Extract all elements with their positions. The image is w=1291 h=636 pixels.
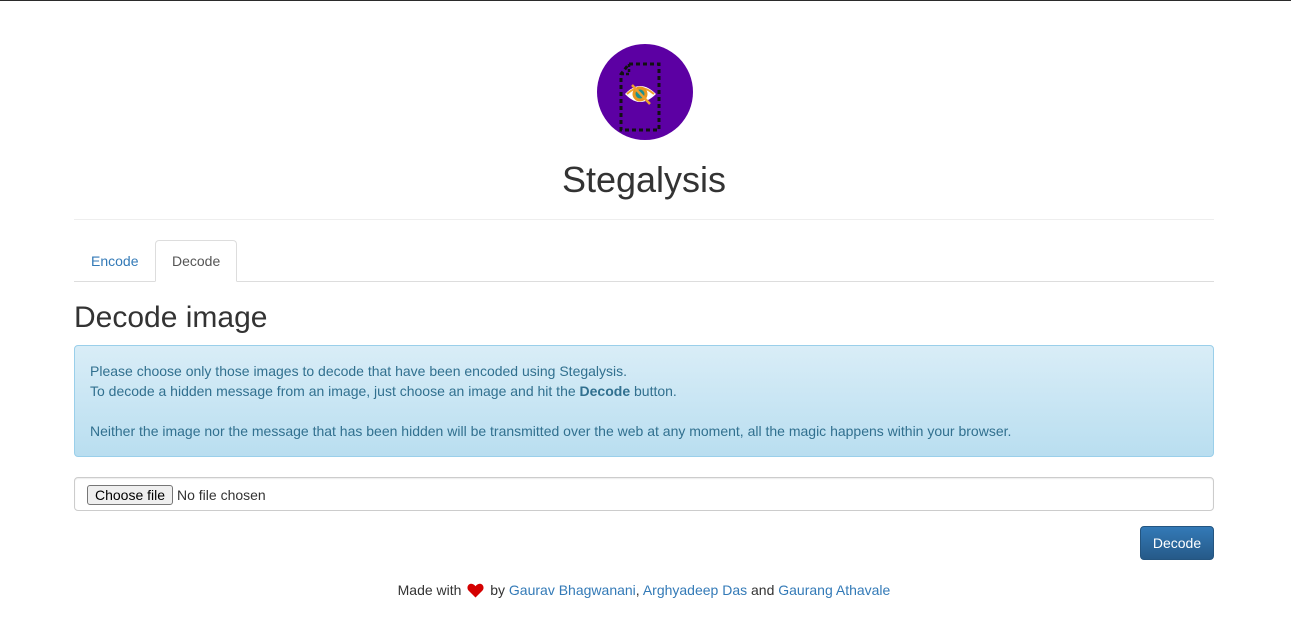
section-heading: Decode image bbox=[74, 301, 268, 334]
logo-eye-document-icon bbox=[597, 44, 693, 140]
file-input[interactable]: Choose file No file chosen bbox=[74, 477, 1214, 511]
choose-file-button[interactable]: Choose file bbox=[87, 485, 174, 505]
alert-line-3: Neither the image nor the message that h… bbox=[90, 423, 1012, 439]
author-link-gaurang[interactable]: Gaurang Athavale bbox=[778, 582, 890, 598]
footer-and: and bbox=[751, 582, 775, 598]
author-link-arghyadeep[interactable]: Arghyadeep Das bbox=[643, 582, 747, 598]
footer: Made with by Gaurav Bhagwanani, Arghyade… bbox=[74, 580, 1214, 600]
tab-encode[interactable]: Encode bbox=[74, 240, 155, 282]
tab-decode[interactable]: Decode bbox=[155, 240, 238, 282]
site-title: Stegalysis bbox=[561, 159, 727, 200]
tab-bar: Encode Decode bbox=[74, 240, 1214, 282]
alert-decode-keyword: Decode bbox=[579, 383, 631, 399]
top-border bbox=[0, 0, 1291, 1]
info-alert: Please choose only those images to decod… bbox=[74, 345, 1214, 457]
footer-by: by bbox=[490, 582, 506, 598]
footer-made-with: Made with bbox=[397, 582, 462, 598]
alert-line-1: Please choose only those images to decod… bbox=[90, 363, 628, 379]
alert-line-2-start: To decode a hidden message from an image… bbox=[90, 383, 580, 399]
alert-line-2: To decode a hidden message from an image… bbox=[90, 381, 1198, 401]
heart-icon bbox=[467, 583, 484, 598]
file-status-text: No file chosen bbox=[177, 487, 266, 503]
header-divider bbox=[74, 219, 1214, 220]
footer-comma: , bbox=[635, 582, 640, 598]
decode-button[interactable]: Decode bbox=[1140, 526, 1214, 560]
author-link-gaurav[interactable]: Gaurav Bhagwanani bbox=[509, 582, 636, 598]
alert-line-2-end: button. bbox=[630, 383, 677, 399]
